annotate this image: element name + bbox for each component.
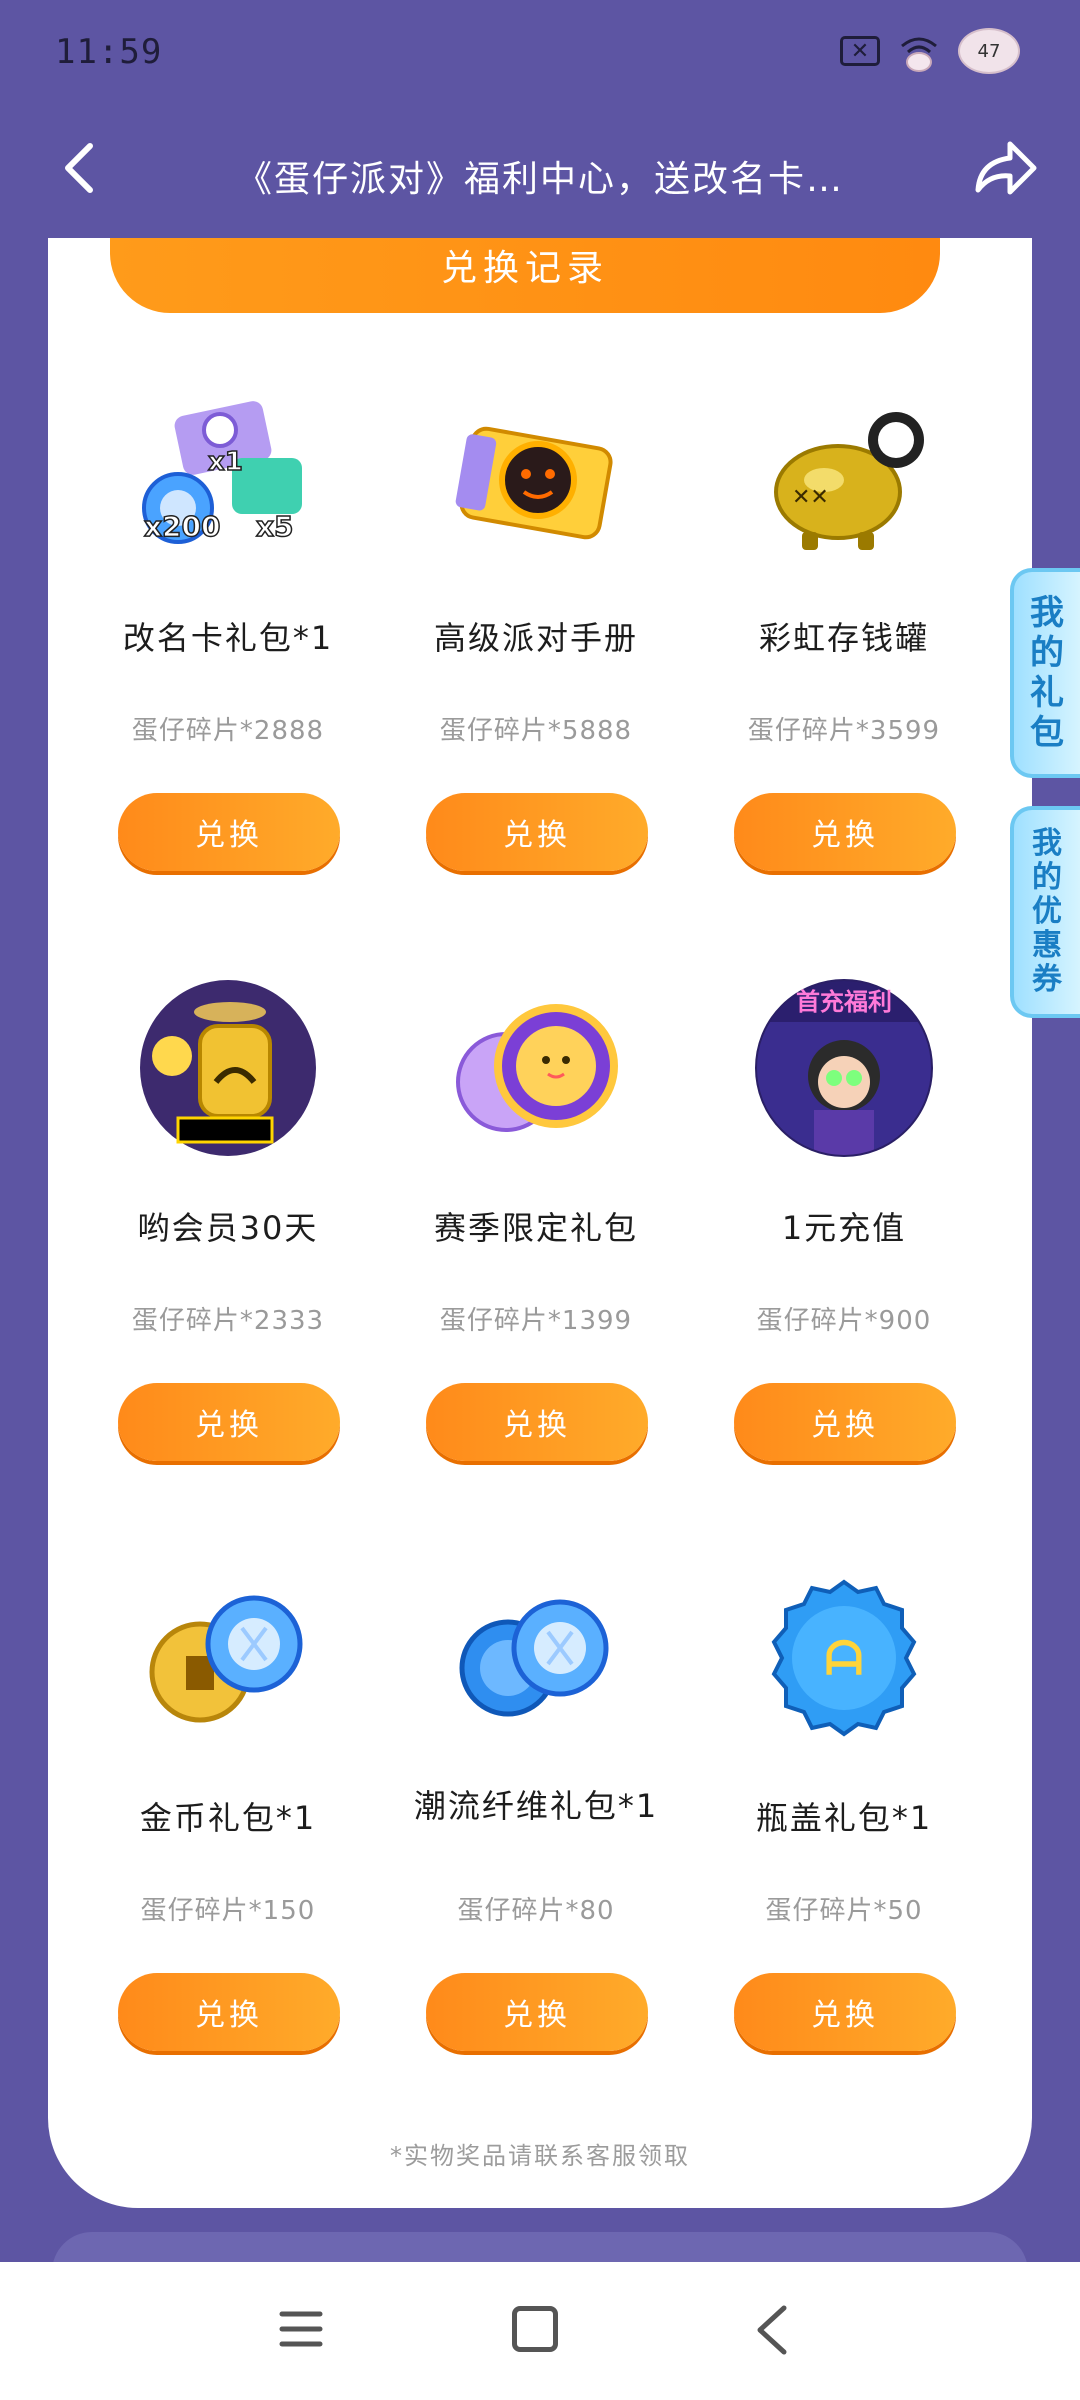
reward-name: 潮流纤维礼包*1 (413, 1787, 659, 1825)
piggy-bank-image: ✕✕ (774, 412, 924, 550)
welfare-card: 兑换记录 x1 x200 x5 改名卡礼包*1 蛋仔碎片*2888 兑换 高级派… (48, 238, 1032, 2208)
my-gifts-tab[interactable]: 我的礼包 (1010, 568, 1080, 778)
wifi-icon (901, 37, 937, 72)
redeem-button[interactable]: 兑换 (426, 1973, 648, 2051)
reward-name: 哟会员30天 (137, 1209, 319, 1247)
reward-item: 潮流纤维礼包*1 蛋仔碎片*80 兑换 (382, 1548, 690, 2108)
redeem-button[interactable]: 兑换 (734, 1973, 956, 2051)
reward-cost: 蛋仔碎片*2333 (131, 1306, 325, 1336)
status-bar: 11:59 ✕ 47 (0, 0, 1080, 110)
reward-name: 赛季限定礼包 (433, 1209, 638, 1247)
page-title: 《蛋仔派对》福利中心，送改名卡… (235, 159, 844, 200)
reward-cost: 蛋仔碎片*2888 (131, 716, 325, 746)
my-coupons-label: 我的优惠券 (1032, 826, 1062, 997)
image-label-x1: x1 (208, 447, 243, 477)
image-label-x5: x5 (256, 510, 294, 543)
image-label-first-recharge: 首充福利 (796, 988, 892, 1016)
status-time: 11:59 (55, 32, 163, 72)
reward-name: 高级派对手册 (433, 619, 638, 657)
rename-card-pack-image: x1 x200 x5 (142, 401, 302, 544)
svg-text:ᗩ: ᗩ (825, 1631, 863, 1685)
bottle-cap-pack-image: ᗩ (771, 1579, 917, 1737)
reward-cost: 蛋仔碎片*80 (457, 1896, 615, 1926)
gold-coin-pack-image (149, 1595, 303, 1723)
back-arrow-icon[interactable] (52, 138, 112, 198)
first-recharge-image: 首充福利 (755, 979, 933, 1157)
reward-item: 赛季限定礼包 蛋仔碎片*1399 兑换 (382, 958, 690, 1518)
party-handbook-image (455, 426, 613, 540)
reward-item: ᗩ 瓶盖礼包*1 蛋仔碎片*50 兑换 (690, 1548, 998, 2108)
reward-item: ✕✕ 彩虹存钱罐 蛋仔碎片*3599 兑换 (690, 368, 998, 928)
reward-name: 彩虹存钱罐 (758, 619, 929, 657)
reward-name: 金币礼包*1 (139, 1799, 317, 1837)
reward-name: 瓶盖礼包*1 (755, 1799, 933, 1837)
reward-name: 1元充值 (781, 1209, 907, 1247)
status-icons: ✕ 47 (840, 28, 1020, 74)
redeem-records-button[interactable]: 兑换记录 (110, 238, 940, 313)
share-icon[interactable] (970, 136, 1040, 200)
redeem-button[interactable]: 兑换 (118, 1973, 340, 2051)
redeem-button[interactable]: 兑换 (118, 793, 340, 871)
svg-text:✕✕: ✕✕ (792, 485, 829, 510)
reward-name: 改名卡礼包*1 (122, 619, 334, 657)
redeem-button[interactable]: 兑换 (118, 1383, 340, 1461)
reward-item: 高级派对手册 蛋仔碎片*5888 兑换 (382, 368, 690, 928)
redeem-button[interactable]: 兑换 (426, 793, 648, 871)
my-gifts-label: 我的礼包 (1030, 593, 1064, 753)
footnote: *实物奖品请联系客服领取 (390, 2142, 690, 2170)
reward-item: x1 x200 x5 改名卡礼包*1 蛋仔碎片*2888 兑换 (74, 368, 382, 928)
season-pack-image (456, 1004, 618, 1132)
battery-icon: 47 (958, 28, 1020, 74)
reward-cost: 蛋仔碎片*5888 (439, 716, 633, 746)
reward-cost: 蛋仔碎片*150 (140, 1896, 316, 1926)
reward-cost: 蛋仔碎片*3599 (747, 716, 941, 746)
home-icon[interactable] (512, 2306, 558, 2352)
nav-back-icon[interactable] (748, 2302, 798, 2358)
redeem-button[interactable]: 兑换 (426, 1383, 648, 1461)
membership-image (140, 980, 316, 1156)
reward-cost: 蛋仔碎片*900 (756, 1306, 932, 1336)
reward-item: 哟会员30天 蛋仔碎片*2333 兑换 (74, 958, 382, 1518)
reward-item: 首充福利 1元充值 蛋仔碎片*900 兑换 (690, 958, 998, 1518)
redeem-button[interactable]: 兑换 (734, 1383, 956, 1461)
reward-cost: 蛋仔碎片*50 (765, 1896, 923, 1926)
title-bar: 《蛋仔派对》福利中心，送改名卡… (0, 120, 1080, 220)
redeem-button[interactable]: 兑换 (734, 793, 956, 871)
fiber-pack-image (459, 1599, 609, 1717)
image-label-x200: x200 (144, 510, 221, 543)
reward-item: 金币礼包*1 蛋仔碎片*150 兑换 (74, 1548, 382, 2108)
reward-cost: 蛋仔碎片*1399 (439, 1306, 633, 1336)
menu-icon[interactable] (278, 2306, 324, 2352)
my-coupons-tab[interactable]: 我的优惠券 (1010, 806, 1080, 1018)
system-nav-bar (0, 2262, 1080, 2400)
screen-record-icon: ✕ (840, 36, 880, 66)
